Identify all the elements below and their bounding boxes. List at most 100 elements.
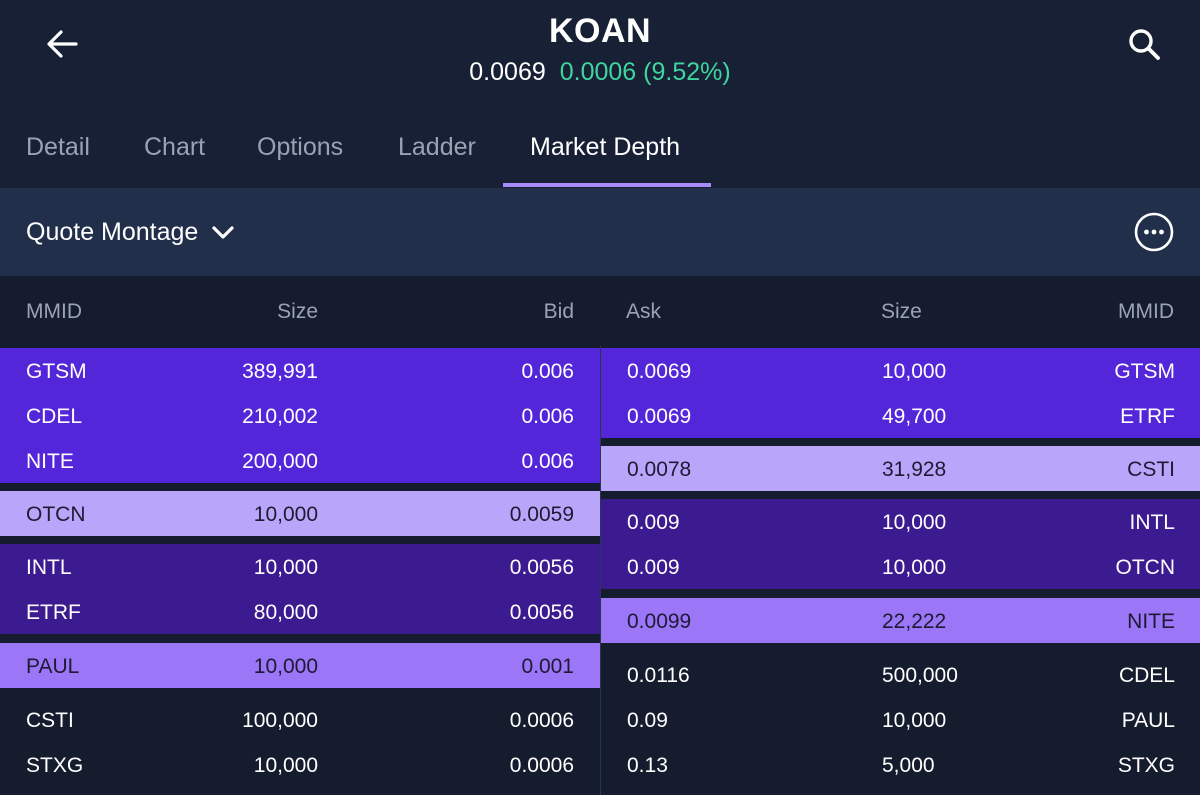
ask-price: 0.009 <box>627 511 680 534</box>
bid-row[interactable]: GTSM 389,991 0.006 <box>0 348 600 393</box>
bid-size: 210,002 <box>242 405 318 428</box>
ask-size: 5,000 <box>882 754 935 777</box>
ask-row[interactable]: 0.0078 31,928 CSTI <box>601 446 1200 491</box>
bid-size: 10,000 <box>253 503 318 526</box>
ask-size-header: Size <box>881 300 922 323</box>
bid-size: 389,991 <box>242 360 318 383</box>
ask-row[interactable]: 0.0069 10,000 GTSM <box>601 348 1200 393</box>
ask-size: 10,000 <box>882 709 947 732</box>
ask-price: 0.13 <box>627 754 668 777</box>
more-horizontal-icon <box>1134 212 1174 252</box>
bid-mmid: ETRF <box>26 601 81 624</box>
ask-row[interactable]: 0.0116 500,000 CDEL <box>601 652 1200 697</box>
search-button[interactable] <box>1120 22 1168 66</box>
bid-mmid: PAUL <box>26 655 80 678</box>
ask-mmid: CSTI <box>1127 458 1175 481</box>
ask-price: 0.0078 <box>627 458 692 481</box>
ask-header: Ask <box>626 300 662 323</box>
ask-size: 31,928 <box>882 458 947 481</box>
ask-row[interactable]: 0.009 10,000 OTCN <box>601 544 1200 589</box>
header: KOAN 0.0069 0.0006 (9.52%) Detail Chart O… <box>0 0 1200 188</box>
bid-row[interactable]: CSTI 100,000 0.0006 <box>0 697 600 742</box>
ask-price: 0.0069 <box>627 405 692 428</box>
ask-mmid: PAUL <box>1121 709 1175 732</box>
bid-price: 0.0056 <box>509 601 574 624</box>
ask-mmid: CDEL <box>1118 664 1175 687</box>
bid-size: 10,000 <box>253 754 318 777</box>
bid-price: 0.0059 <box>509 503 574 526</box>
bid-size: 80,000 <box>253 601 318 624</box>
tab-options[interactable]: Options <box>257 120 343 188</box>
view-selector-label: Quote Montage <box>26 218 199 246</box>
bid-mmid: CDEL <box>26 405 83 428</box>
ask-price: 0.09 <box>627 709 668 732</box>
ask-price: 0.009 <box>627 556 680 579</box>
ask-size: 10,000 <box>882 511 947 534</box>
ask-row[interactable]: 0.09 10,000 PAUL <box>601 697 1200 742</box>
bid-mmid: NITE <box>26 450 74 473</box>
ask-mmid: STXG <box>1117 754 1175 777</box>
bid-row[interactable]: PAUL 10,000 0.001 <box>0 643 600 688</box>
bid-row[interactable]: CDEL 210,002 0.006 <box>0 393 600 438</box>
ask-row[interactable]: 0.0069 49,700 ETRF <box>601 393 1200 438</box>
more-options-button[interactable] <box>1133 211 1175 253</box>
bid-mmid: STXG <box>26 754 84 777</box>
bid-row[interactable]: INTL 10,000 0.0056 <box>0 544 600 589</box>
bid-row[interactable]: OTCN 10,000 0.0059 <box>0 491 600 536</box>
bid-row[interactable]: ETRF 80,000 0.0056 <box>0 589 600 634</box>
view-selector[interactable]: Quote Montage <box>26 212 236 252</box>
ask-row[interactable]: 0.009 10,000 INTL <box>601 499 1200 544</box>
bid-mmid: GTSM <box>26 360 87 383</box>
ask-side: 0.0069 10,000 GTSM 0.0069 49,700 ETRF 0.… <box>601 346 1200 795</box>
bid-row[interactable]: STXG 10,000 0.0006 <box>0 742 600 787</box>
bid-price: 0.0056 <box>509 556 574 579</box>
bid-price: 0.001 <box>521 655 574 678</box>
ask-row[interactable]: 0.0099 22,222 NITE <box>601 598 1200 643</box>
bid-mmid: OTCN <box>26 503 86 526</box>
symbol-title: KOAN <box>548 12 652 50</box>
search-icon <box>1129 29 1160 60</box>
column-headers: MMID Size Bid Ask Size MMID <box>0 276 1200 346</box>
bid-size: 10,000 <box>253 655 318 678</box>
bid-size: 200,000 <box>242 450 318 473</box>
ask-price: 0.0099 <box>627 610 692 633</box>
bid-mmid: CSTI <box>26 709 74 732</box>
last-price: 0.0069 <box>469 58 546 86</box>
ask-size: 500,000 <box>882 664 958 687</box>
chevron-down-icon <box>212 226 234 239</box>
tab-detail[interactable]: Detail <box>26 120 90 188</box>
bid-price: 0.006 <box>521 360 574 383</box>
ask-size: 49,700 <box>882 405 947 428</box>
tab-bar: Detail Chart Options Ladder Market Depth <box>0 120 1200 188</box>
bid-size-header: Size <box>277 300 318 323</box>
bid-side: GTSM 389,991 0.006 CDEL 210,002 0.006 NI… <box>0 346 600 795</box>
active-tab-indicator <box>503 183 711 187</box>
ask-mmid: OTCN <box>1115 556 1176 579</box>
bid-header: Bid <box>543 300 574 323</box>
ask-row[interactable]: 0.13 5,000 STXG <box>601 742 1200 787</box>
bid-row[interactable]: NITE 200,000 0.006 <box>0 438 600 483</box>
ask-mmid: NITE <box>1127 610 1175 633</box>
ask-mmid: GTSM <box>1114 360 1175 383</box>
quote-line: 0.0069 0.0006 (9.52%) <box>0 58 1200 87</box>
bid-mmid: INTL <box>26 556 72 579</box>
bid-mmid-header: MMID <box>26 300 82 323</box>
ask-size: 22,222 <box>882 610 947 633</box>
tab-ladder[interactable]: Ladder <box>398 120 476 188</box>
price-change: 0.0006 (9.52%) <box>559 58 731 86</box>
bid-price: 0.0006 <box>509 754 574 777</box>
ask-price: 0.0116 <box>627 664 690 687</box>
ask-mmid: INTL <box>1129 511 1175 534</box>
ask-size: 10,000 <box>882 360 947 383</box>
bid-price: 0.0006 <box>509 709 574 732</box>
bid-price: 0.006 <box>521 450 574 473</box>
tab-chart[interactable]: Chart <box>144 120 205 188</box>
ask-mmid-header: MMID <box>1118 300 1174 323</box>
tab-market-depth[interactable]: Market Depth <box>530 120 680 188</box>
ask-price: 0.0069 <box>627 360 692 383</box>
bid-size: 100,000 <box>242 709 318 732</box>
depth-toolbar: Quote Montage <box>0 188 1200 276</box>
ask-mmid: ETRF <box>1120 405 1175 428</box>
bid-price: 0.006 <box>521 405 574 428</box>
bid-size: 10,000 <box>253 556 318 579</box>
